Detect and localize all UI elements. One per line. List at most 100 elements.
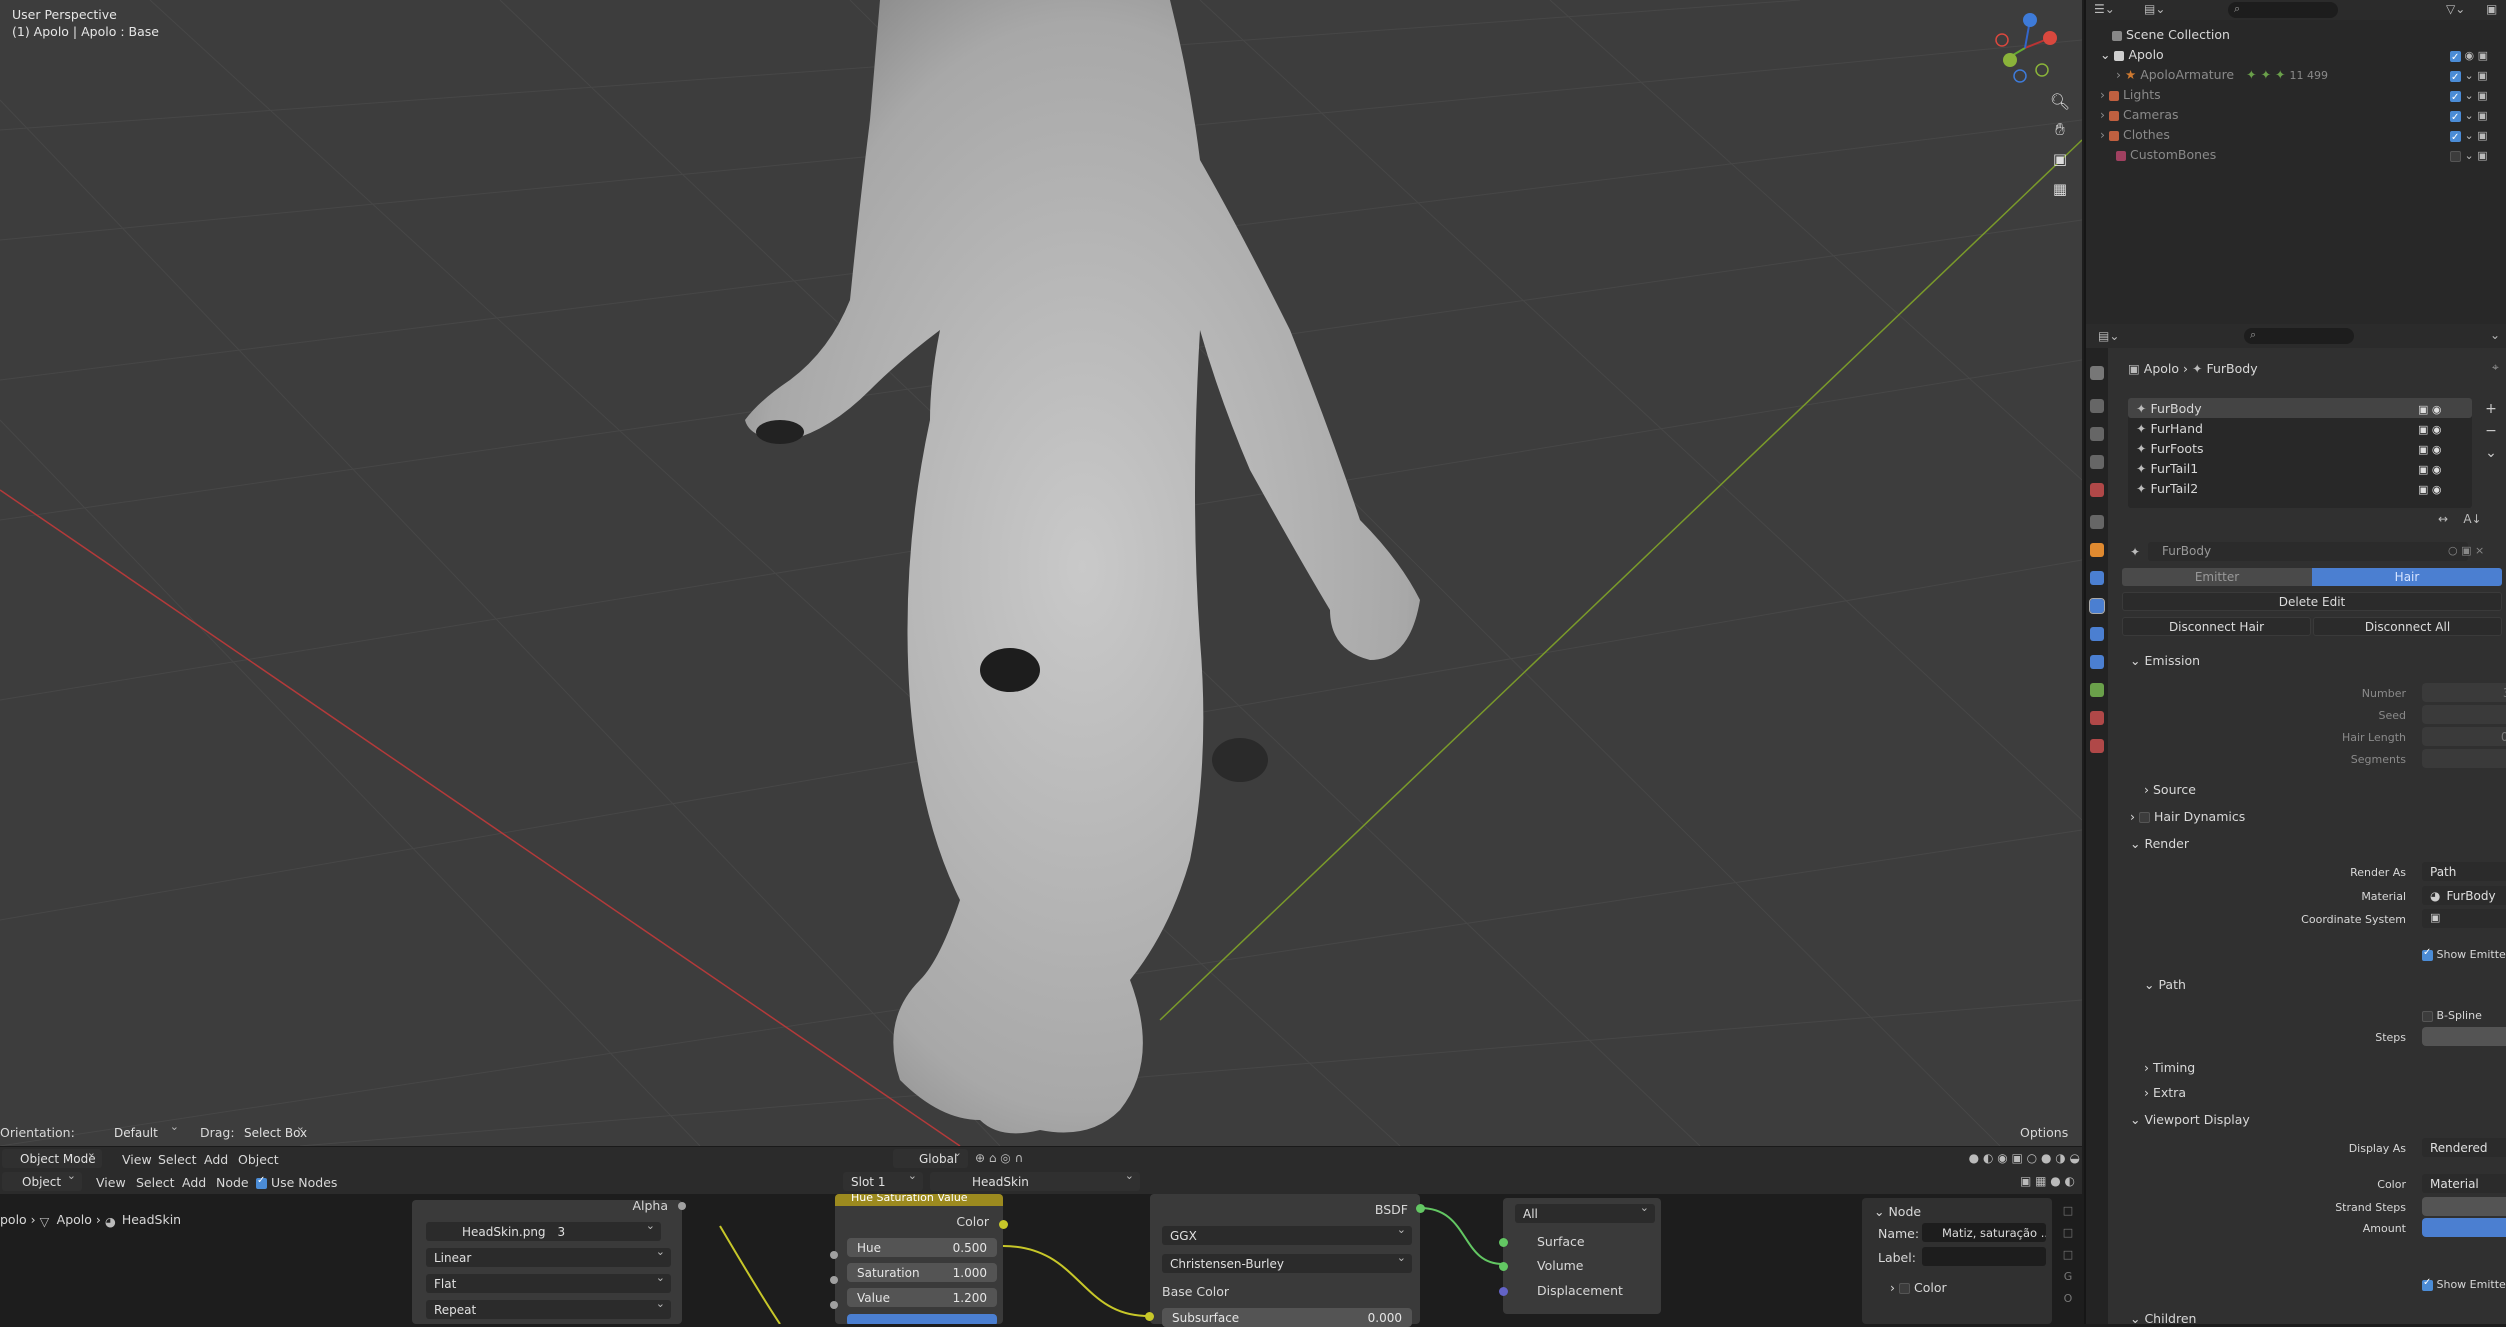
base-color-input-socket[interactable] (1145, 1312, 1154, 1321)
hue-input-socket[interactable] (830, 1251, 838, 1259)
list-side-buttons[interactable]: + − ⌄ (2482, 398, 2500, 464)
filter-icon[interactable]: ▽⌄ (2446, 2, 2465, 16)
node-menu-node[interactable]: Node (216, 1175, 249, 1190)
image-selector[interactable]: HeadSkin.png 3 (426, 1219, 661, 1241)
material-tab-icon[interactable] (2090, 711, 2104, 725)
displacement-socket[interactable] (1499, 1287, 1508, 1296)
outliner-search-input[interactable]: ⌕ (2228, 2, 2338, 18)
hair-dynamics-panel-header[interactable]: › Hair Dynamics (2130, 809, 2245, 824)
outliner[interactable]: ☰⌄ ▤⌄ ⌕ ▽⌄ ▣ Scene Collection ⌄ Apolo › … (2084, 0, 2506, 330)
outliner-visibility-toggles[interactable]: ◉ ▣ ⌄ ▣ ⌄ ▣ ⌄ ▣ ⌄ ▣ ⌄ ▣ (2450, 46, 2505, 166)
node-label-field[interactable] (1922, 1247, 2046, 1266)
settings-buttons[interactable]: ○ ▣ × (2448, 544, 2484, 557)
seed-field[interactable]: 0 (2422, 705, 2506, 724)
physics-tab-icon[interactable] (2090, 627, 2104, 641)
alpha-socket[interactable] (678, 1202, 686, 1210)
material-selector[interactable]: HeadSkin (930, 1169, 1140, 1191)
hsv-color-output-socket[interactable] (999, 1220, 1008, 1229)
particle-system-list[interactable]: ✦ FurBody ✦ FurHand ✦ FurFoots ✦ FurTail… (2128, 398, 2472, 508)
node-color-toggle[interactable]: › Color (1890, 1280, 1947, 1295)
pan-hand-icon[interactable]: ✋︎ (2048, 120, 2072, 144)
use-nodes-toggle[interactable]: Use Nodes (256, 1175, 337, 1190)
display-mode-icon[interactable]: ▤⌄ (2144, 2, 2165, 16)
ortho-grid-icon[interactable]: ▦ (2048, 180, 2072, 204)
list-sort-icons[interactable]: ↔ A↓ (2438, 512, 2482, 526)
node-panel-header[interactable]: ⌄ Node (1874, 1204, 1921, 1219)
list-item-furhand[interactable]: ✦ FurHand (2136, 421, 2203, 436)
object-tab-icon[interactable] (2090, 543, 2104, 557)
particle-settings-field[interactable]: FurBody (2148, 542, 2468, 561)
display-as-dropdown[interactable]: Rendered (2422, 1138, 2506, 1157)
node-menu-add[interactable]: Add (182, 1175, 206, 1190)
scene-tab-icon[interactable] (2090, 483, 2104, 497)
source-subpanel-header[interactable]: › Source (2144, 782, 2196, 797)
properties-editor[interactable]: ▤⌄ ⌕ ⌄ ▣ Apolo › ✦ FurBody ⌖ ✦ FurBody ✦… (2084, 324, 2506, 1326)
disconnect-all-button[interactable]: Disconnect All (2313, 617, 2502, 636)
viewport-display-panel-header[interactable]: ⌄ Viewport Display (2130, 1112, 2250, 1127)
use-nodes-checkbox[interactable] (256, 1175, 267, 1189)
image-texture-node[interactable]: Alpha HeadSkin.png3 Linear Flat Repeat (412, 1198, 686, 1324)
slot-dropdown[interactable]: Slot 1 (843, 1169, 923, 1191)
menu-select[interactable]: Select (158, 1152, 197, 1167)
zoom-icon[interactable]: 🔍︎ (2048, 92, 2072, 116)
transform-orientation-dropdown[interactable]: Global (893, 1146, 968, 1168)
modifier-tab-icon[interactable] (2090, 571, 2104, 585)
saturation-field[interactable]: Saturation 1.000 (847, 1263, 997, 1282)
value-input-socket[interactable] (830, 1301, 838, 1309)
snap-icons[interactable]: ⊕ ⌂ ◎ ∩ (975, 1151, 1065, 1167)
segments-field[interactable]: 5 (2422, 749, 2506, 768)
volume-socket[interactable] (1499, 1262, 1508, 1271)
subsurface-field[interactable]: Subsurface 0.000 (1162, 1308, 1412, 1327)
fac-slider[interactable] (847, 1314, 997, 1324)
drag-dropdown[interactable]: Select Box (236, 1120, 311, 1142)
menu-view[interactable]: View (122, 1152, 152, 1167)
data-tab-icon[interactable] (2090, 683, 2104, 697)
render-show-emitter-toggle[interactable]: Show Emitter (2422, 947, 2506, 961)
constraints-tab-icon[interactable] (2090, 655, 2104, 669)
orientation-dropdown[interactable]: Default (90, 1120, 185, 1142)
list-item-furbody[interactable]: ✦ FurBody (2136, 401, 2202, 416)
node-editor[interactable]: Object View Select Add Node Use Nodes Sl… (0, 1169, 2082, 1327)
node-menu-view[interactable]: View (96, 1175, 126, 1190)
particles-tab-icon[interactable] (2089, 598, 2105, 614)
render-as-dropdown[interactable]: Path (2422, 862, 2506, 881)
outliner-row-apoloarmature[interactable]: › ★ ApoloArmature ✦ ✦ ✦ 11 499 (2116, 67, 2328, 82)
hue-field[interactable]: Hue 0.500 (847, 1238, 997, 1257)
new-collection-icon[interactable]: ▣ (2486, 2, 2497, 16)
distribution-dropdown[interactable]: GGX (1162, 1223, 1412, 1245)
hair-length-field[interactable]: 0.05 m (2422, 727, 2506, 746)
view-layer-tab-icon[interactable] (2090, 455, 2104, 469)
hsv-node[interactable]: Hue Saturation Value Color Hue 0.500 Satu… (835, 1194, 1003, 1324)
subsurface-method-dropdown[interactable]: Christensen-Burley (1162, 1251, 1412, 1273)
node-menu-select[interactable]: Select (136, 1175, 175, 1190)
viewport-3d[interactable]: User Perspective (1) Apolo | Apolo : Bas… (0, 0, 2082, 1146)
tool-tab-icon[interactable] (2090, 366, 2104, 380)
list-item-furfoots[interactable]: ✦ FurFoots (2136, 441, 2204, 456)
value-field[interactable]: Value 1.200 (847, 1288, 997, 1307)
node-editor-mode-dropdown[interactable]: Object (2, 1169, 82, 1191)
pin-icon[interactable]: ⌖ (2492, 360, 2499, 375)
outliner-row-clothes[interactable]: › Clothes (2100, 127, 2170, 142)
display-color-dropdown[interactable]: Material (2422, 1174, 2506, 1193)
node-name-field[interactable]: Matiz, saturação ... (1922, 1223, 2046, 1242)
steps-field[interactable]: 3 (2422, 1027, 2506, 1046)
output-tab-icon[interactable] (2090, 427, 2104, 441)
number-field[interactable]: 30000 (2422, 683, 2506, 702)
bspline-toggle[interactable]: B-Spline (2422, 1009, 2482, 1022)
shading-icons[interactable]: ● ◐ ◉ ▣ ○ ● ◑ ◒ (1830, 1151, 2080, 1167)
projection-dropdown[interactable]: Flat (426, 1271, 671, 1293)
texture-tab-icon[interactable] (2090, 739, 2104, 753)
camera-view-icon[interactable]: ▣ (2048, 150, 2072, 174)
scene-collection-row[interactable]: Scene Collection (2112, 27, 2230, 42)
saturation-input-socket[interactable] (830, 1276, 838, 1284)
options-menu[interactable]: Options (2020, 1125, 2068, 1140)
list-item-furtail1[interactable]: ✦ FurTail1 (2136, 461, 2198, 476)
viewport-show-emitter-toggle[interactable]: Show Emitter (2422, 1277, 2506, 1291)
mode-dropdown[interactable]: Object Mode (2, 1146, 102, 1168)
emitter-tab[interactable]: Emitter (2122, 568, 2312, 586)
extra-subpanel-header[interactable]: › Extra (2144, 1085, 2186, 1100)
outliner-row-cameras[interactable]: › Cameras (2100, 107, 2179, 122)
outliner-row-apolo[interactable]: ⌄ Apolo (2100, 47, 2164, 62)
navigation-gizmo[interactable] (1990, 10, 2060, 86)
outliner-row-custombones[interactable]: CustomBones (2116, 147, 2216, 162)
